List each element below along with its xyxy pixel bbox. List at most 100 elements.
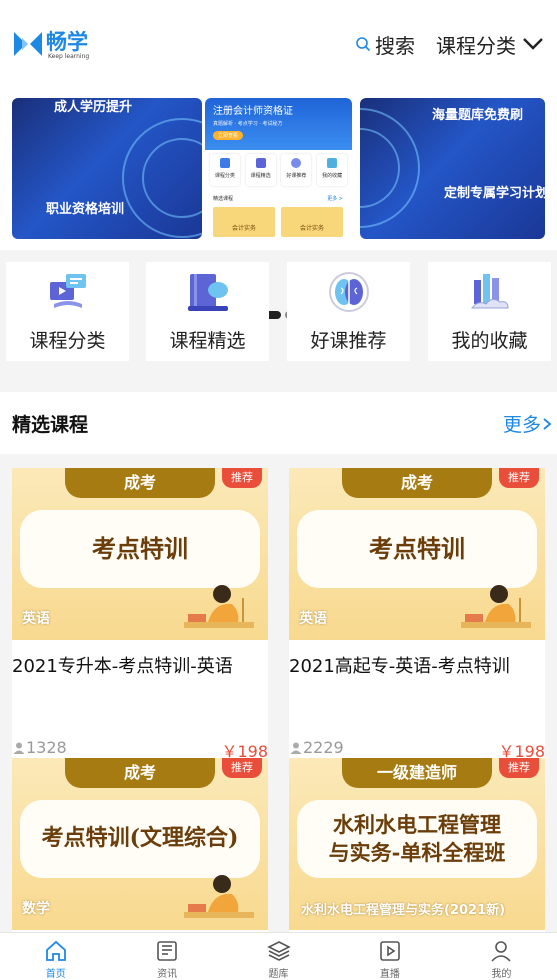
- quick-entry-label: 我的收藏: [451, 330, 528, 352]
- logo-tagline: Keep learning: [48, 53, 90, 60]
- student-illustration-icon: [184, 585, 254, 628]
- search-label: 搜索: [375, 33, 415, 58]
- quick-entry-label: 好课推荐: [310, 330, 387, 352]
- course-subject: 数学: [22, 901, 50, 917]
- course-title: 2021专升本-考点特训-英语: [12, 656, 233, 677]
- phone-title: 注册会计师资格证: [213, 106, 293, 117]
- view-count: 2229: [289, 738, 344, 757]
- quick-entry-label: 课程分类: [29, 330, 106, 352]
- phone-more: 更多 >: [327, 196, 343, 202]
- course-stats: 2229 ￥198: [289, 738, 545, 760]
- live-icon: [380, 941, 400, 961]
- banner-slide-right[interactable]: 海量题库免费刷 定制专属学习计划: [360, 98, 545, 239]
- search-icon: [356, 37, 371, 52]
- section-title: 精选课程: [12, 414, 89, 436]
- course-title: 2021高起专-英语-考点特训: [289, 656, 510, 677]
- course-selection-icon: [188, 274, 228, 311]
- student-illustration-icon: [184, 875, 254, 918]
- quick-entry-course-selection[interactable]: 课程精选: [146, 262, 269, 361]
- category-label: 课程分类: [436, 33, 516, 58]
- phone-subtitle: 真题解析 · 考点学习 · 考试秘方: [213, 121, 283, 127]
- profile-icon: [491, 941, 511, 962]
- phone-button: 立即查看: [213, 131, 244, 140]
- tab-label: 我的: [491, 969, 512, 980]
- tab-profile[interactable]: 我的: [446, 933, 557, 980]
- course-category-tag: 成考: [65, 468, 215, 498]
- phone-grid-item: 我的收藏: [317, 154, 348, 186]
- chevron-down-icon: [523, 38, 543, 50]
- course-category-tag: 一级建造师: [342, 758, 492, 788]
- course-stats: 1328 ￥198: [12, 738, 268, 760]
- banner-caption: 职业资格培训: [46, 202, 125, 217]
- more-link[interactable]: 更多: [503, 410, 553, 437]
- tab-label: 资讯: [157, 969, 178, 980]
- course-card[interactable]: 一级建造师 推荐 水利水电工程管理 与实务-单科全程班 水利水电工程管理与实务(…: [289, 758, 545, 934]
- logo-mark-icon: [14, 32, 42, 56]
- logo-brand: 畅学: [46, 30, 88, 54]
- course-headline: 考点特训: [20, 510, 260, 588]
- phone-header: 注册会计师资格证 真题解析 · 考点学习 · 考试秘方 立即查看: [205, 98, 352, 150]
- phone-grid-item: 课程精选: [245, 154, 276, 186]
- phone-grid-item: 好课推荐: [281, 154, 312, 186]
- tab-live[interactable]: 直播: [334, 933, 445, 980]
- banner-caption: 海量题库免费刷: [432, 108, 524, 123]
- recommend-badge: 推荐: [499, 468, 539, 488]
- course-thumbnail: 成考 推荐 考点特训(文理综合) 数学: [12, 758, 268, 930]
- tab-news[interactable]: 资讯: [111, 933, 222, 980]
- app-page: 畅学 Keep learning 搜索 课程分类 成人学历提升 职业资格培训 注…: [0, 0, 557, 980]
- recommend-badge: 推荐: [222, 758, 262, 778]
- course-card[interactable]: 成考 推荐 考点特训(文理综合) 数学: [12, 758, 268, 934]
- course-thumbnail: 成考 推荐 考点特训 英语: [12, 468, 268, 640]
- view-count-value: 1328: [26, 738, 67, 757]
- course-subject: 英语: [22, 611, 50, 627]
- recommend-badge: 推荐: [222, 468, 262, 488]
- tab-label: 直播: [379, 969, 400, 980]
- featured-section-header: 精选课程 更多: [0, 392, 557, 454]
- course-thumbnail: 一级建造师 推荐 水利水电工程管理 与实务-单科全程班 水利水电工程管理与实务(…: [289, 758, 545, 930]
- course-subject: 英语: [299, 611, 327, 627]
- course-category-tag: 成考: [342, 468, 492, 498]
- recommend-badge: 推荐: [499, 758, 539, 778]
- course-headline-line: 与实务-单科全程班: [328, 840, 506, 865]
- top-header: 畅学 Keep learning 搜索 课程分类: [0, 0, 557, 90]
- quick-entry-course-category[interactable]: 课程分类: [6, 262, 129, 361]
- course-category-tag: 成考: [65, 758, 215, 788]
- tab-question-bank[interactable]: 题库: [223, 933, 334, 980]
- quick-entry-grid: 课程分类 课程精选 好课推荐 我的收藏: [0, 262, 557, 362]
- banner-caption: 定制专属学习计划: [444, 186, 545, 201]
- tab-label: 题库: [268, 969, 289, 980]
- phone-grid: 课程分类 课程精选 好课推荐 我的收藏: [205, 150, 352, 186]
- phone-footer: 精选课程 更多 > 会计实务 会计实务: [213, 195, 343, 237]
- view-count: 1328: [12, 738, 67, 757]
- course-headline: 水利水电工程管理 与实务-单科全程班: [297, 800, 537, 878]
- course-subject: 水利水电工程管理与实务(2021新): [301, 903, 506, 918]
- banner-caption: 成人学历提升: [54, 100, 133, 115]
- course-thumbnail: 成考 推荐 考点特训 英语: [289, 468, 545, 640]
- app-logo[interactable]: 畅学 Keep learning: [12, 24, 96, 64]
- banner-phone-mockup: 注册会计师资格证 真题解析 · 考点学习 · 考试秘方 立即查看 课程分类 课程…: [205, 98, 352, 239]
- course-price: ￥198: [221, 742, 268, 760]
- my-favorites-icon: [470, 274, 509, 309]
- more-label: 更多: [502, 414, 541, 436]
- course-card[interactable]: 成考 推荐 考点特训 英语 2021专升本-考点特训-英语 1328 ￥198: [12, 468, 268, 760]
- course-price: ￥198: [498, 742, 545, 760]
- course-headline: 考点特训(文理综合): [20, 800, 260, 878]
- banner-slide-left[interactable]: 成人学历提升 职业资格培训: [12, 98, 202, 239]
- course-headline: 考点特训: [297, 510, 537, 588]
- phone-card: 会计实务: [281, 207, 343, 237]
- quick-entry-favorites[interactable]: 我的收藏: [428, 262, 551, 361]
- question-bank-icon: [266, 941, 291, 961]
- course-headline-line: 水利水电工程管理: [333, 811, 501, 837]
- phone-section-title: 精选课程: [213, 196, 234, 202]
- category-dropdown[interactable]: 课程分类: [436, 30, 544, 58]
- student-illustration-icon: [461, 585, 531, 628]
- recommend-brain-icon: [329, 272, 369, 312]
- tab-label: 首页: [45, 969, 66, 980]
- user-icon: [290, 742, 302, 754]
- view-count-value: 2229: [303, 738, 344, 757]
- course-card[interactable]: 成考 推荐 考点特训 英语 2021高起专-英语-考点特训 2229 ￥198: [289, 468, 545, 760]
- tab-home[interactable]: 首页: [0, 933, 111, 980]
- search-button[interactable]: 搜索: [355, 30, 415, 58]
- quick-entry-recommend[interactable]: 好课推荐: [287, 262, 410, 361]
- banner-carousel[interactable]: 成人学历提升 职业资格培训 注册会计师资格证 真题解析 · 考点学习 · 考试秘…: [0, 90, 557, 319]
